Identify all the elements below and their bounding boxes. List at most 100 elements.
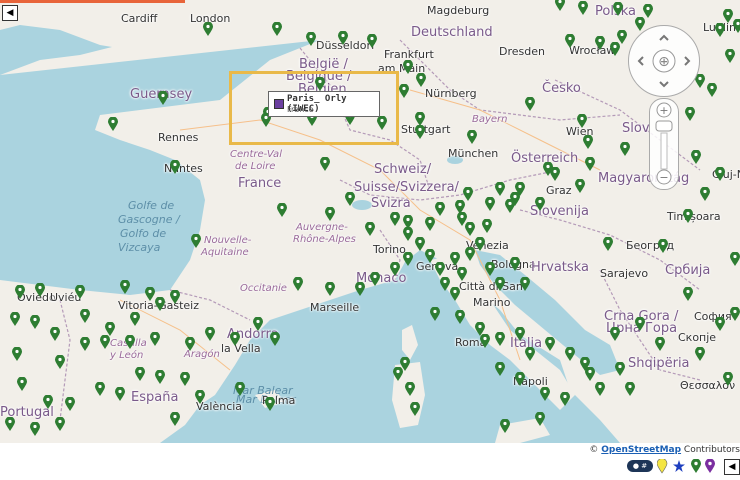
station-marker-icon[interactable] [683,209,693,223]
station-marker-icon[interactable] [277,203,287,217]
station-marker-icon[interactable] [145,287,155,301]
station-marker-icon[interactable] [610,42,620,56]
station-marker-icon[interactable] [715,317,725,331]
station-marker-icon[interactable] [691,150,701,164]
collapse-arrow-button[interactable]: ◀ [2,5,18,21]
station-marker-icon[interactable] [465,247,475,261]
map-canvas[interactable]: CardiffLondonMagdeburgPolskaLublinDeutsc… [0,0,740,443]
station-marker-icon[interactable] [615,362,625,376]
station-marker-icon[interactable] [683,287,693,301]
station-marker-icon[interactable] [723,9,733,23]
station-marker-icon[interactable] [325,207,335,221]
station-marker-icon[interactable] [365,222,375,236]
station-marker-icon[interactable] [15,285,25,299]
openstreetmap-link[interactable]: OpenStreetMap [601,445,681,455]
station-marker-icon[interactable] [43,395,53,409]
station-marker-icon[interactable] [185,337,195,351]
legend-toggle[interactable]: ● # [627,460,653,472]
station-marker-icon[interactable] [577,114,587,128]
station-marker-icon[interactable] [108,117,118,131]
station-marker-icon[interactable] [235,382,245,396]
station-marker-icon[interactable] [635,317,645,331]
station-marker-icon[interactable] [545,337,555,351]
station-marker-icon[interactable] [191,234,201,248]
station-marker-icon[interactable] [495,182,505,196]
station-marker-icon[interactable] [715,23,725,37]
station-marker-icon[interactable] [495,332,505,346]
station-marker-icon[interactable] [390,212,400,226]
station-marker-icon[interactable] [306,32,316,46]
station-marker-icon[interactable] [195,390,205,404]
station-marker-icon[interactable] [733,19,740,33]
station-marker-icon[interactable] [435,202,445,216]
station-marker-icon[interactable] [367,34,377,48]
station-marker-icon[interactable] [515,372,525,386]
station-marker-icon[interactable] [115,387,125,401]
station-marker-icon[interactable] [455,310,465,324]
station-marker-icon[interactable] [715,167,725,181]
station-marker-icon[interactable] [723,372,733,386]
station-marker-icon[interactable] [95,382,105,396]
station-marker-icon[interactable] [595,36,605,50]
station-marker-icon[interactable] [125,335,135,349]
station-marker-icon[interactable] [399,84,409,98]
station-marker-icon[interactable] [467,130,477,144]
station-marker-icon[interactable] [416,73,426,87]
station-marker-icon[interactable] [685,107,695,121]
station-marker-icon[interactable] [75,285,85,299]
station-popup[interactable]: Paris_ Orly (IWEC) France [268,91,380,117]
station-marker-icon[interactable] [55,417,65,431]
station-marker-icon[interactable] [65,397,75,411]
station-marker-icon[interactable] [440,277,450,291]
station-marker-icon[interactable] [425,249,435,263]
station-marker-icon[interactable] [272,22,282,36]
station-marker-icon[interactable] [403,252,413,266]
expand-arrow-button[interactable]: ◀ [724,459,740,475]
station-marker-icon[interactable] [155,297,165,311]
station-marker-icon[interactable] [355,282,365,296]
station-marker-icon[interactable] [585,157,595,171]
station-marker-icon[interactable] [595,382,605,396]
station-marker-icon[interactable] [565,34,575,48]
station-marker-icon[interactable] [265,397,275,411]
station-marker-icon[interactable] [120,280,130,294]
station-marker-icon[interactable] [482,219,492,233]
station-marker-icon[interactable] [415,125,425,139]
station-marker-icon[interactable] [613,2,623,16]
station-marker-icon[interactable] [80,309,90,323]
station-marker-icon[interactable] [575,179,585,193]
station-marker-icon[interactable] [403,227,413,241]
station-marker-icon[interactable] [393,367,403,381]
station-marker-icon[interactable] [345,192,355,206]
station-marker-icon[interactable] [80,337,90,351]
station-marker-icon[interactable] [730,252,740,266]
station-marker-icon[interactable] [695,347,705,361]
station-marker-icon[interactable] [415,237,425,251]
station-marker-icon[interactable] [578,1,588,15]
station-marker-icon[interactable] [30,315,40,329]
station-marker-icon[interactable] [510,257,520,271]
station-marker-icon[interactable] [450,287,460,301]
station-marker-icon[interactable] [565,347,575,361]
station-marker-icon[interactable] [525,97,535,111]
station-marker-icon[interactable] [35,283,45,297]
station-marker-icon[interactable] [338,31,348,45]
station-marker-icon[interactable] [170,412,180,426]
station-marker-icon[interactable] [543,162,553,176]
station-marker-icon[interactable] [425,217,435,231]
station-marker-icon[interactable] [105,322,115,336]
station-marker-icon[interactable] [707,83,717,97]
pan-control[interactable]: ⊕ [628,25,700,97]
station-marker-icon[interactable] [480,334,490,348]
station-marker-icon[interactable] [495,277,505,291]
station-marker-icon[interactable] [30,422,40,436]
station-marker-icon[interactable] [370,272,380,286]
station-marker-icon[interactable] [130,312,140,326]
station-marker-icon[interactable] [457,267,467,281]
station-marker-icon[interactable] [403,60,413,74]
station-marker-icon[interactable] [610,327,620,341]
station-marker-icon[interactable] [457,212,467,226]
station-marker-icon[interactable] [170,160,180,174]
station-marker-icon[interactable] [270,332,280,346]
station-marker-icon[interactable] [655,337,665,351]
